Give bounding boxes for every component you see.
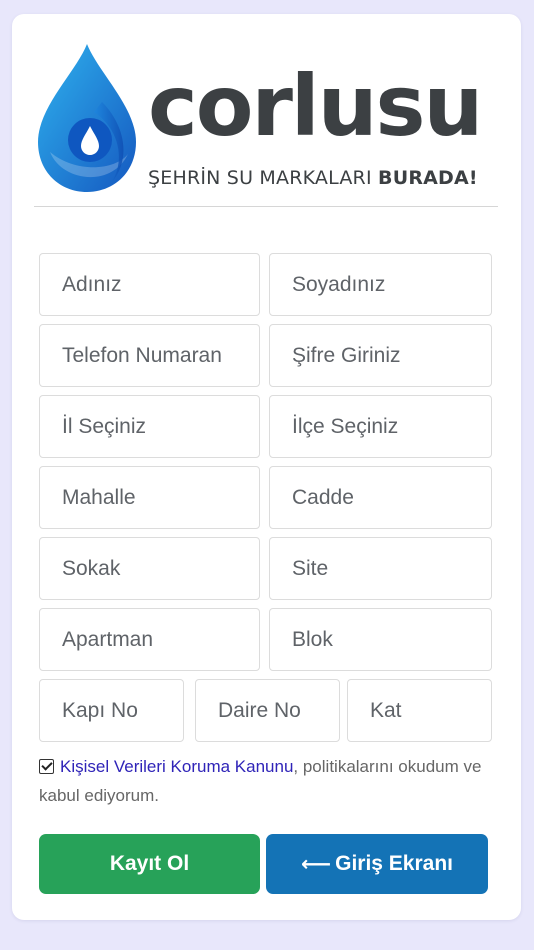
register-button-label: Kayıt Ol [109, 852, 190, 875]
password-input[interactable]: Şifre Giriniz [269, 324, 492, 387]
header-divider [34, 206, 498, 207]
tagline-text: ŞEHRİN SU MARKALARI [148, 167, 372, 189]
floor-input[interactable]: Kat [347, 679, 492, 742]
kvkk-link[interactable]: Kişisel Verileri Koruma Kanunu [60, 757, 293, 776]
register-button[interactable]: Kayıt Ol [39, 834, 260, 894]
district-select[interactable]: İlçe Seçiniz [269, 395, 492, 458]
brand-logo: corlusu ŞEHRİN SU MARKALARI BURADA! [36, 42, 506, 197]
last-name-input[interactable]: Soyadınız [269, 253, 492, 316]
consent-checkbox[interactable] [39, 759, 54, 774]
apartment-input[interactable]: Apartman [39, 608, 260, 671]
first-name-input[interactable]: Adınız [39, 253, 260, 316]
province-select[interactable]: İl Seçiniz [39, 395, 260, 458]
avenue-input[interactable]: Cadde [269, 466, 492, 529]
block-input[interactable]: Blok [269, 608, 492, 671]
consent-text: Kişisel Verileri Koruma Kanunu, politika… [39, 752, 499, 810]
login-screen-button[interactable]: ⟵ Giriş Ekranı [266, 834, 488, 894]
water-drop-icon [38, 44, 136, 192]
phone-input[interactable]: Telefon Numaran [39, 324, 260, 387]
flat-no-input[interactable]: Daire No [195, 679, 340, 742]
site-input[interactable]: Site [269, 537, 492, 600]
street-input[interactable]: Sokak [39, 537, 260, 600]
tagline-bold: BURADA! [378, 167, 478, 189]
login-button-label: Giriş Ekranı [335, 852, 453, 875]
door-no-input[interactable]: Kapı No [39, 679, 184, 742]
neighborhood-input[interactable]: Mahalle [39, 466, 260, 529]
arrow-left-icon: ⟵ [301, 852, 332, 876]
brand-name: corlusu [148, 57, 483, 155]
brand-tagline: ŞEHRİN SU MARKALARI BURADA! [148, 167, 478, 189]
